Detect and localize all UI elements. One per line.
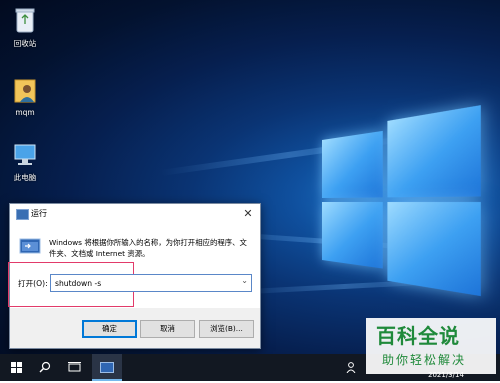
desktop-icon-this-pc[interactable]: 此电脑 [3,142,47,183]
desktop-icon-user-folder[interactable]: mqm [3,76,47,117]
watermark-title: 百科全说 [376,324,460,348]
dialog-title: 运行 [31,209,47,218]
run-dialog-titlebar[interactable]: 运行 ✕ [10,204,260,224]
run-dialog: 运行 ✕ Windows 将根据你所输入的名称，为你打开相应的程序、文件夹、文档… [8,203,261,349]
search-icon[interactable] [33,354,57,381]
open-label: 打开(O): [18,279,48,288]
chevron-down-icon[interactable]: ⌄ [241,276,248,285]
desktop-icon-recycle-bin[interactable]: 回收站 [3,6,47,49]
recycle-bin-icon [15,8,35,33]
people-icon[interactable] [346,362,356,375]
run-icon [19,238,41,254]
computer-icon [14,144,36,165]
windows-logo-wallpaper [322,105,481,299]
run-app-icon [16,209,29,220]
task-view-icon[interactable] [62,354,86,381]
command-input[interactable] [51,275,235,291]
run-app-icon[interactable] [92,354,122,381]
desktop-icon-label: 回收站 [13,39,37,48]
dialog-footer: 确定 取消 浏览(B)... [10,308,260,348]
windows-start-icon[interactable] [4,354,28,381]
cancel-button[interactable]: 取消 [140,320,195,338]
desktop-icon-label: mqm [15,108,35,117]
watermark-subtitle: 助你轻松解决 [382,353,467,367]
desktop-icon-label: 此电脑 [13,173,37,182]
command-combobox[interactable]: ⌄ [50,274,252,292]
watermark-logo: 百科全说 助你轻松解决 [366,318,496,374]
browse-button[interactable]: 浏览(B)... [199,320,254,338]
user-folder-icon [14,79,36,103]
close-button[interactable]: ✕ [240,206,256,221]
ok-button[interactable]: 确定 [82,320,137,338]
run-description: Windows 将根据你所输入的名称，为你打开相应的程序、文件夹、文档或 Int… [49,238,247,258]
